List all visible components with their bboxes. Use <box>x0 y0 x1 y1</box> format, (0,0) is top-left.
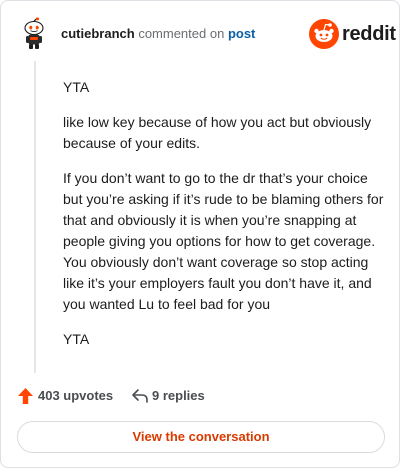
comment-paragraph: If you don’t want to go to the dr that’s… <box>63 170 384 312</box>
snoo-avatar-icon[interactable] <box>17 17 51 51</box>
comment-header: cutiebranch commented on post reddit <box>17 17 396 51</box>
post-link[interactable]: post <box>228 26 255 41</box>
comment-paragraph: YTA <box>63 331 90 347</box>
comment-body: YTA like low key because of how you act … <box>63 77 385 364</box>
reply-count[interactable]: 9 replies <box>152 388 205 404</box>
reddit-logo-icon <box>309 19 339 49</box>
username-link[interactable]: cutiebranch <box>61 26 135 41</box>
comment-paragraph: like low key because of how you act but … <box>63 114 372 151</box>
upvote-count[interactable]: 403 upvotes <box>38 388 113 404</box>
action-text: commented on <box>138 26 225 41</box>
upvote-arrow-icon[interactable] <box>17 387 34 405</box>
view-conversation-button[interactable]: View the conversation <box>17 421 385 453</box>
brand-wordmark: reddit <box>342 23 396 45</box>
embedded-comment-card: cutiebranch commented on post reddit YTA… <box>0 0 400 468</box>
comment-meta: cutiebranch commented on post <box>61 26 255 42</box>
thread-line <box>34 61 36 373</box>
comment-paragraph: YTA <box>63 79 90 95</box>
reddit-brand[interactable]: reddit <box>309 19 396 49</box>
reply-arrow-icon[interactable] <box>131 388 149 404</box>
comment-actions: 403 upvotes 9 replies <box>17 385 385 407</box>
